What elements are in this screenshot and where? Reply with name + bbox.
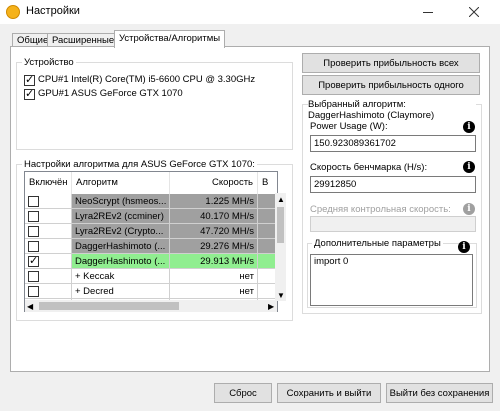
- extra-params-textarea[interactable]: import 0: [310, 254, 473, 306]
- device-checkbox-gpu[interactable]: [24, 87, 35, 101]
- tab-label: Расширенные: [52, 35, 115, 46]
- algorithm-name-cell: + Keccak: [72, 269, 170, 284]
- column-header-algorithm[interactable]: Алгоритм: [72, 172, 170, 194]
- table-row[interactable]: Lyra2REv2 (Crypto... 47.720 MH/s: [25, 224, 277, 239]
- algorithm-enabled-checkbox[interactable]: [28, 271, 39, 282]
- check-profitability-all-button[interactable]: Проверить прибыльность всех: [302, 53, 480, 73]
- minimize-button[interactable]: [414, 0, 444, 24]
- power-usage-label: Power Usage (W):: [310, 121, 388, 132]
- algorithm-name-cell: NeoScrypt (hsmeos...: [72, 194, 170, 209]
- close-icon: [469, 7, 479, 17]
- horizontal-scroll-thumb[interactable]: [39, 302, 179, 310]
- algorithm-speed-cell: нет: [170, 269, 258, 284]
- bench-speed-label: Скорость бенчмарка (H/s):: [310, 162, 428, 173]
- algorithm-speed-cell: нет: [170, 284, 258, 299]
- enabled-cell: [25, 194, 72, 209]
- table-header: Включён Алгоритм Скорость В: [25, 172, 277, 195]
- secondary-speed-label: Средняя контрольная скорость:: [310, 204, 451, 215]
- table-row[interactable]: + Keccak нет: [25, 269, 277, 284]
- scroll-left-icon[interactable]: ◀: [27, 302, 33, 311]
- info-icon-bench[interactable]: i: [463, 161, 475, 173]
- bench-speed-field[interactable]: 29912850: [310, 176, 476, 193]
- scroll-down-icon[interactable]: ▼: [277, 291, 285, 300]
- device-label-gpu: GPU#1 ASUS GeForce GTX 1070: [38, 88, 183, 99]
- algorithm-name-cell: DaggerHashimoto (...: [72, 239, 170, 254]
- save-and-exit-button[interactable]: Сохранить и выйти: [277, 383, 381, 403]
- algorithm-enabled-checkbox[interactable]: [28, 286, 39, 297]
- close-button[interactable]: [452, 0, 496, 24]
- algorithms-table: Включён Алгоритм Скорость В NeoScrypt (h…: [24, 171, 278, 312]
- algorithm-name-cell: Lyra2REv2 (ccminer): [72, 209, 170, 224]
- column-header-speed[interactable]: Скорость: [170, 172, 258, 194]
- selected-algo-label: Выбранный алгоритм: DaggerHashimoto (Cla…: [308, 99, 476, 121]
- reset-button[interactable]: Сброс: [214, 383, 272, 403]
- window-title: Настройки: [26, 5, 80, 17]
- algorithm-speed-cell: 40.170 MH/s: [170, 209, 258, 224]
- algorithm-speed-cell: 1.225 MH/s: [170, 194, 258, 209]
- scroll-right-icon[interactable]: ▶: [268, 302, 274, 311]
- enabled-cell: [25, 284, 72, 299]
- vertical-scroll-thumb[interactable]: [277, 207, 284, 243]
- devices-group-label: Устройство: [22, 57, 76, 68]
- extra-params-label: Дополнительные параметры: [312, 238, 443, 249]
- tab-advanced[interactable]: Расширенные: [47, 33, 120, 47]
- column-header-b[interactable]: В: [258, 172, 277, 194]
- app-logo-icon: [6, 5, 20, 19]
- algorithm-speed-cell: 29.913 MH/s: [170, 254, 258, 269]
- info-icon-secondary[interactable]: i: [463, 203, 475, 215]
- algorithm-enabled-checkbox[interactable]: [28, 254, 39, 268]
- power-usage-field[interactable]: 150.923089361702: [310, 135, 476, 152]
- info-icon-extra[interactable]: i: [458, 241, 470, 253]
- secondary-speed-field: [310, 216, 476, 232]
- algorithm-name-cell: DaggerHashimoto (...: [72, 254, 170, 269]
- algorithm-enabled-checkbox[interactable]: [28, 226, 39, 237]
- enabled-cell: [25, 239, 72, 254]
- algorithm-name-cell: + Decred: [72, 284, 170, 299]
- enabled-cell: [25, 254, 72, 269]
- algorithm-speed-cell: 29.276 MH/s: [170, 239, 258, 254]
- horizontal-scrollbar[interactable]: ◀ ▶: [25, 300, 277, 312]
- scroll-up-icon[interactable]: ▲: [277, 195, 285, 204]
- algorithm-name-cell: Lyra2REv2 (Crypto...: [72, 224, 170, 239]
- vertical-scrollbar[interactable]: ▲ ▼: [275, 193, 286, 301]
- algorithm-enabled-checkbox[interactable]: [28, 211, 39, 222]
- tab-devices-algorithms[interactable]: Устройства/Алгоритмы: [114, 30, 226, 48]
- device-label-cpu: CPU#1 Intel(R) Core(TM) i5-6600 CPU @ 3.…: [38, 74, 256, 85]
- table-row[interactable]: NeoScrypt (hsmeos... 1.225 MH/s: [25, 194, 277, 209]
- algo-settings-group-label: Настройки алгоритма для ASUS GeForce GTX…: [22, 159, 257, 170]
- enabled-cell: [25, 224, 72, 239]
- enabled-cell: [25, 269, 72, 284]
- table-row[interactable]: DaggerHashimoto (...29.913 MH/s: [25, 254, 277, 269]
- tab-label: Устройства/Алгоритмы: [119, 33, 221, 44]
- device-checkbox-cpu[interactable]: [24, 73, 35, 87]
- info-icon-power[interactable]: i: [463, 121, 475, 133]
- table-row[interactable]: DaggerHashimoto (... 29.276 MH/s: [25, 239, 277, 254]
- algorithm-speed-cell: 47.720 MH/s: [170, 224, 258, 239]
- enabled-cell: [25, 209, 72, 224]
- exit-without-saving-button[interactable]: Выйти без сохранения: [386, 383, 493, 403]
- table-row[interactable]: Lyra2REv2 (ccminer) 40.170 MH/s: [25, 209, 277, 224]
- algorithm-enabled-checkbox[interactable]: [28, 241, 39, 252]
- check-profitability-one-button[interactable]: Проверить прибыльность одного: [302, 75, 480, 95]
- tab-label: Общие: [17, 35, 49, 46]
- algorithm-enabled-checkbox[interactable]: [28, 196, 39, 207]
- column-header-enabled[interactable]: Включён: [25, 172, 72, 194]
- table-row[interactable]: + Decred нет: [25, 284, 277, 299]
